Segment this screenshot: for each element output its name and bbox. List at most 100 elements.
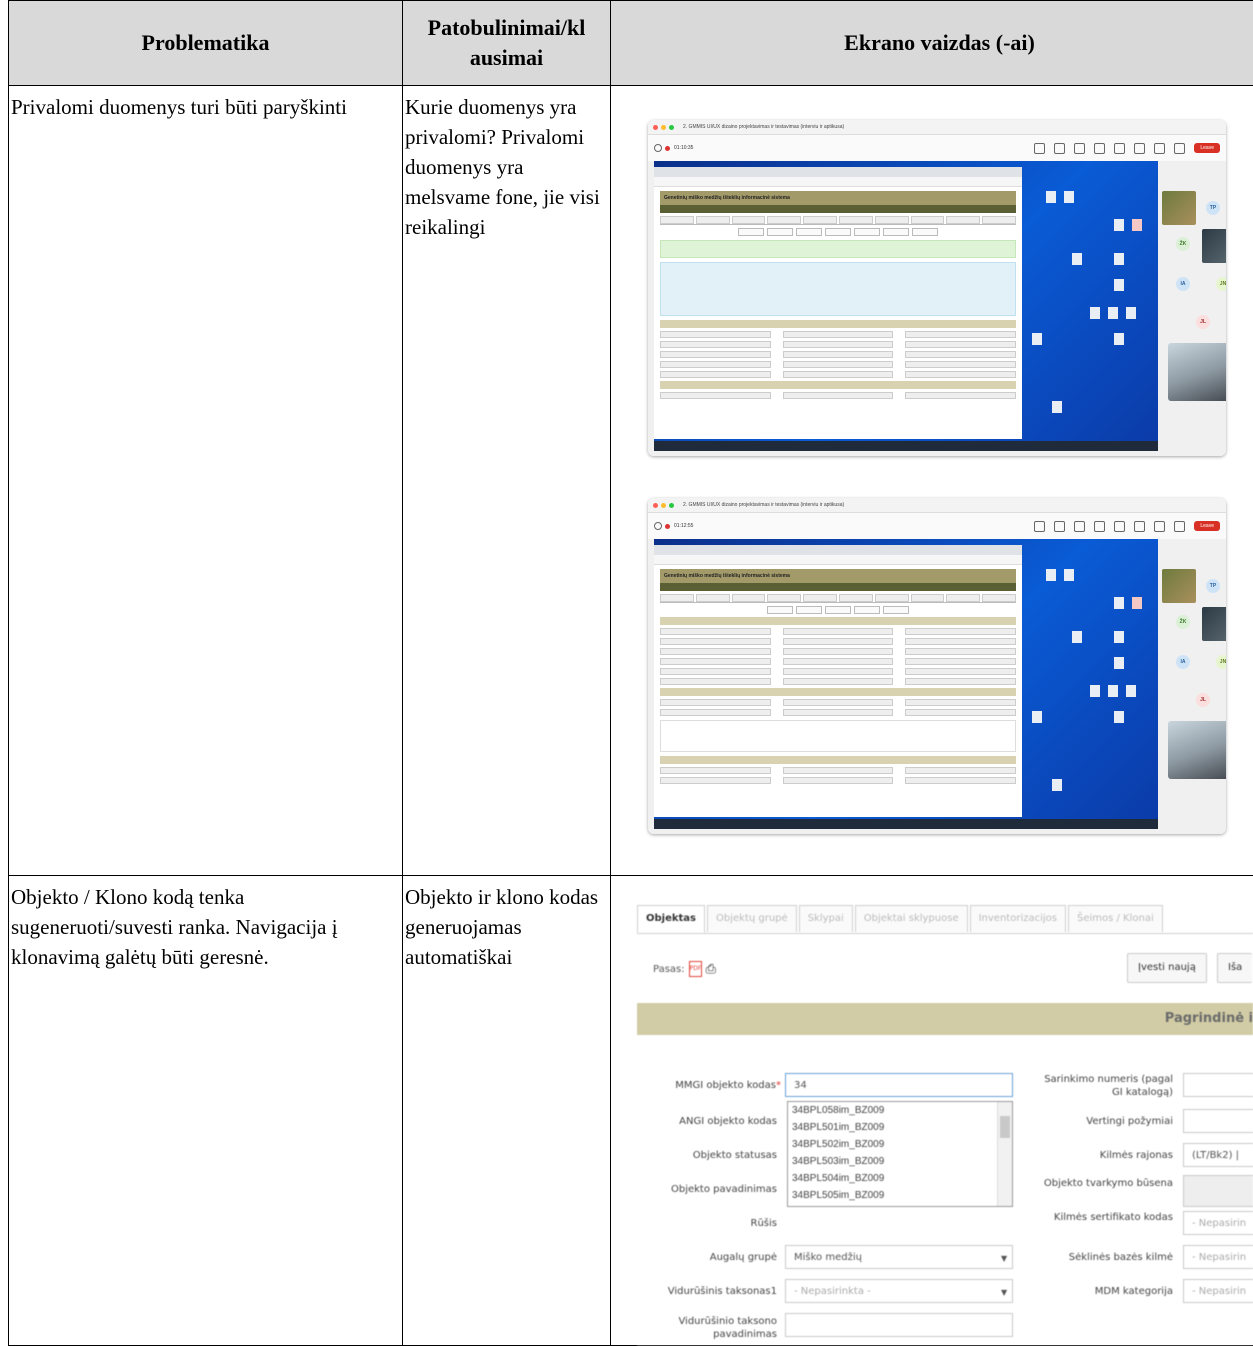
desktop-file-icon <box>1052 779 1062 791</box>
problem-text: Objekto / Klono kodą tenka sugeneruoti/s… <box>9 876 402 972</box>
field-label: Objekto tvarkymo būsena <box>1037 1177 1173 1190</box>
react-icon[interactable] <box>1094 143 1105 154</box>
desktop-file-icon <box>1032 333 1042 345</box>
participant-avatar: ŽK <box>1176 615 1190 629</box>
field-label: Vidurūšinio taksono pavadinimas <box>637 1315 777 1341</box>
chat-icon[interactable] <box>1034 521 1045 532</box>
shared-browser-window: Genetinių miško medžių išteklių informac… <box>654 545 1022 817</box>
header-problematika: Problematika <box>9 1 403 86</box>
participant-avatar: IA <box>1176 655 1190 669</box>
camera-icon[interactable] <box>1134 521 1145 532</box>
dropdown-option[interactable]: 34BPL058im_BZ009 <box>788 1102 1012 1119</box>
shared-desktop: Genetinių miško medžių išteklių informac… <box>654 539 1158 829</box>
tab-objektas[interactable]: Objektas <box>637 905 705 933</box>
origin-region-select[interactable]: (LT/Bk2) | <box>1183 1143 1253 1167</box>
desktop-file-icon <box>1126 307 1136 319</box>
desktop-file-icon <box>1114 333 1124 345</box>
window-titlebar: 2. GMMIS UI/UX dizaino projektavimas ir … <box>648 120 1226 135</box>
desktop-file-icon <box>1114 279 1124 291</box>
taxon-name-input[interactable] <box>785 1313 1013 1337</box>
desktop-file-icon <box>1114 631 1124 643</box>
section-title: Pagrindinė i <box>637 1003 1253 1035</box>
problem-text: Privalomi duomenys turi būti paryškinti <box>9 86 402 122</box>
meeting-screenshot-2: 2. GMMIS UI/UX dizaino projektavimas ir … <box>648 498 1226 834</box>
mic-icon[interactable] <box>1154 521 1165 532</box>
new-entry-button[interactable]: Įvesti naują <box>1127 953 1207 983</box>
desktop-pdf-icon <box>1132 219 1142 231</box>
print-icon[interactable]: ⎙ <box>706 962 716 977</box>
participants-panel: TP ŽK IA JN JL <box>1162 569 1226 739</box>
desktop-file-icon <box>1114 657 1124 669</box>
tab-seimos-klonai[interactable]: Šeimos / Klonai <box>1068 905 1163 932</box>
cut-button[interactable]: Iša <box>1217 953 1252 983</box>
participant-avatar: IA <box>1176 277 1190 291</box>
leave-button[interactable]: Leave <box>1194 521 1220 531</box>
windows-taskbar <box>654 819 1158 829</box>
share-icon[interactable] <box>1174 143 1185 154</box>
desktop-file-icon <box>1032 711 1042 723</box>
table-header-row: Problematika Patobulinimai/kl ausimai Ek… <box>9 1 1253 86</box>
improvement-text: Kurie duomenys yra privalomi? Privalomi … <box>403 86 610 242</box>
participant-avatar: TP <box>1206 201 1220 215</box>
origin-cert-select[interactable]: - Nepasirin <box>1183 1211 1253 1235</box>
dropdown-option[interactable]: 34BPL504im_BZ009 <box>788 1170 1012 1187</box>
desktop-file-icon <box>1108 307 1118 319</box>
desktop-file-icon <box>1126 685 1136 697</box>
seed-base-select[interactable]: - Nepasirin <box>1183 1245 1253 1269</box>
participant-video-large <box>1168 343 1226 401</box>
participant-avatar: JN <box>1216 655 1226 669</box>
raise-hand-icon[interactable] <box>1074 521 1085 532</box>
desktop-file-icon <box>1114 711 1124 723</box>
field-label: Vidurūšinis taksonas1 <box>637 1285 777 1298</box>
desktop-file-icon <box>1064 191 1074 203</box>
tab-objektu-grupe[interactable]: Objektų grupė <box>707 905 797 932</box>
field-label: Vertingi požymiai <box>1037 1115 1173 1128</box>
plant-group-select[interactable]: Miško medžių <box>785 1245 1013 1269</box>
dropdown-option[interactable]: 34BPL505im_BZ009 <box>788 1187 1012 1204</box>
field-label: Objekto pavadinimas <box>637 1183 777 1196</box>
autocomplete-dropdown[interactable]: 34BPL058im_BZ009 34BPL501im_BZ009 34BPL5… <box>787 1101 1013 1207</box>
mic-icon[interactable] <box>1154 143 1165 154</box>
participant-avatar: ŽK <box>1176 237 1190 251</box>
react-icon[interactable] <box>1094 521 1105 532</box>
collection-number-input[interactable] <box>1183 1073 1253 1097</box>
field-label: MMGI objekto kodas* <box>637 1079 781 1092</box>
share-icon[interactable] <box>1174 521 1185 532</box>
mdm-category-select[interactable]: - Nepasirin <box>1183 1279 1253 1303</box>
dropdown-option[interactable]: 34BPL502im_BZ009 <box>788 1136 1012 1153</box>
people-icon[interactable] <box>1054 143 1065 154</box>
dropdown-scrollbar[interactable] <box>997 1102 1012 1206</box>
camera-icon[interactable] <box>1134 143 1145 154</box>
tab-objektai-sklypuose[interactable]: Objektai sklypuose <box>855 905 968 932</box>
window-titlebar: 2. GMMIS UI/UX dizaino projektavimas ir … <box>648 498 1226 513</box>
chat-icon[interactable] <box>1034 143 1045 154</box>
participant-avatar: JL <box>1196 315 1210 329</box>
object-tabs: Objektas Objektų grupė Sklypai Objektai … <box>637 905 1253 933</box>
success-message <box>660 240 1016 258</box>
desktop-file-icon <box>1108 685 1118 697</box>
improvement-text: Objekto ir klono kodas generuojamas auto… <box>403 876 610 972</box>
mmgi-code-input[interactable]: 34 <box>785 1073 1013 1097</box>
participant-video <box>1202 229 1226 263</box>
pdf-icon[interactable]: PDF <box>689 961 702 977</box>
valuable-traits-input[interactable] <box>1183 1109 1253 1133</box>
people-icon[interactable] <box>1054 521 1065 532</box>
field-label: Sarinkimo numeris (pagal GI katalogą) <box>1037 1073 1173 1099</box>
meeting-toolbar: 01:10:35 Leave <box>648 135 1226 162</box>
view-icon[interactable] <box>1114 521 1125 532</box>
meeting-title: 2. GMMIS UI/UX dizaino projektavimas ir … <box>683 502 844 508</box>
field-label: Sėklinės bazės kilmė <box>1037 1251 1173 1264</box>
raise-hand-icon[interactable] <box>1074 143 1085 154</box>
dropdown-option[interactable]: 34BPL501im_BZ009 <box>788 1119 1012 1136</box>
header-ekrano-vaizdas: Ekrano vaizdas (-ai) <box>611 1 1253 86</box>
windows-taskbar <box>654 441 1158 451</box>
desktop-file-icon <box>1072 631 1082 643</box>
taxon-select[interactable]: - Nepasirinkta - <box>785 1279 1013 1303</box>
leave-button[interactable]: Leave <box>1194 143 1220 153</box>
view-icon[interactable] <box>1114 143 1125 154</box>
dropdown-option[interactable]: 34BPL503im_BZ009 <box>788 1153 1012 1170</box>
tab-inventorizacijos[interactable]: Inventorizacijos <box>970 905 1066 932</box>
tab-sklypai[interactable]: Sklypai <box>799 905 853 932</box>
meeting-screenshot-1: 2. GMMIS UI/UX dizaino projektavimas ir … <box>648 120 1226 456</box>
header-patobulinimai: Patobulinimai/kl ausimai <box>403 1 611 86</box>
